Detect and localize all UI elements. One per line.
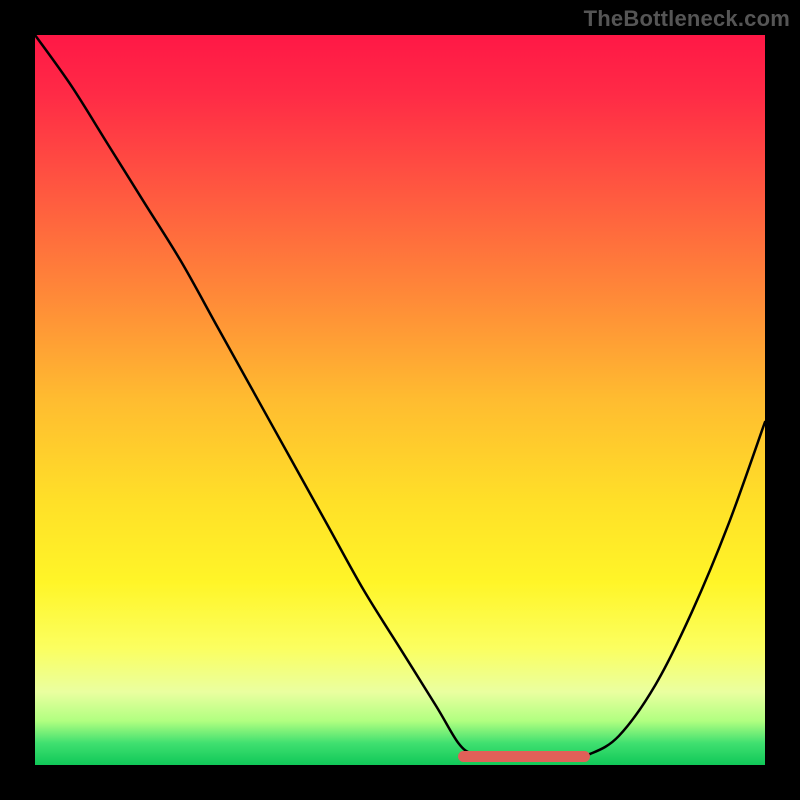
chart-container: TheBottleneck.com [0, 0, 800, 800]
plot-area [35, 35, 765, 765]
watermark-text: TheBottleneck.com [584, 6, 790, 32]
curve-svg [35, 35, 765, 765]
flat-minimum-marker [458, 751, 589, 762]
bottleneck-curve-path [35, 35, 765, 758]
